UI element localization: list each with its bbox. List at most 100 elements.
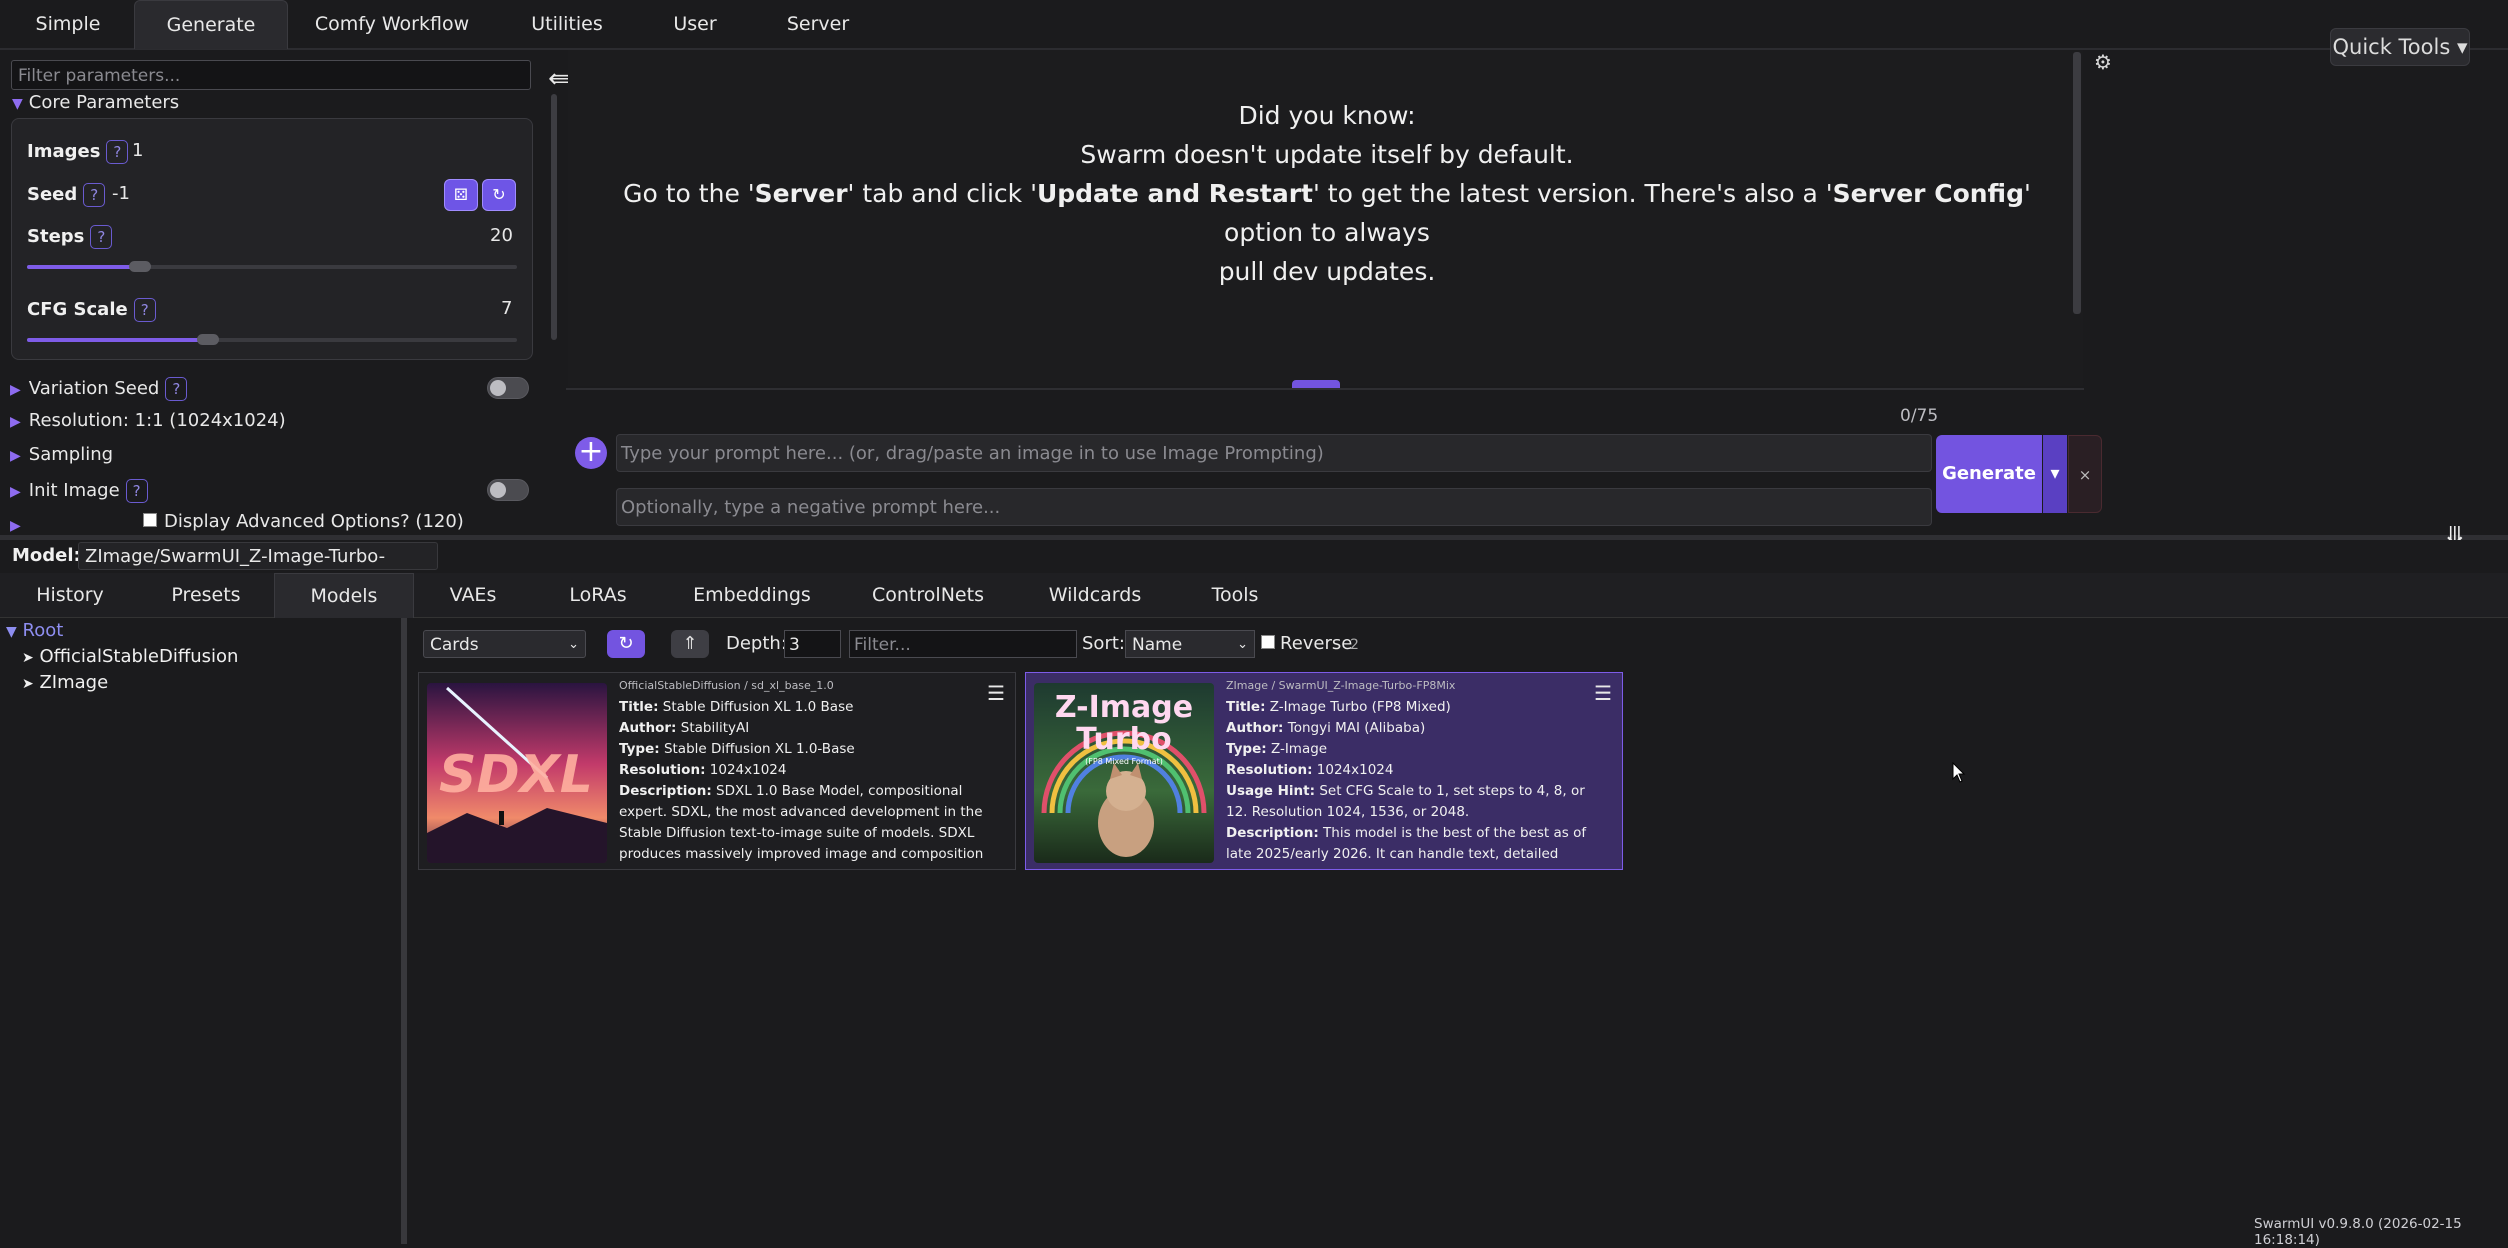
init-image-group[interactable]: ▶ Init Image? (10, 479, 148, 503)
sampling-group[interactable]: ▶ Sampling (10, 444, 113, 465)
field-label: Author: (1226, 720, 1284, 736)
steps-value[interactable]: 20 (490, 225, 513, 246)
seed-label: Seed? (27, 183, 106, 207)
reuse-seed-icon[interactable]: ↻ (482, 179, 516, 211)
images-label-text: Images (27, 141, 101, 162)
params-scrollbar[interactable] (551, 94, 557, 340)
tab-comfy-workflow[interactable]: Comfy Workflow (306, 0, 478, 48)
thumbnail-logo-text: SDXL (439, 745, 593, 805)
tab-embeddings[interactable]: Embeddings (690, 573, 814, 617)
tip-text: ' to get the latest version. There's als… (1312, 179, 1833, 208)
field-label: Usage Hint: (1226, 783, 1316, 799)
seed-value[interactable]: -1 (112, 183, 130, 204)
model-type: Stable Diffusion XL 1.0-Base (663, 741, 855, 757)
tab-models[interactable]: Models (274, 573, 414, 618)
model-info: Title: Z-Image Turbo (FP8 Mixed) Author:… (1226, 697, 1606, 865)
model-info: Title: Stable Diffusion XL 1.0 Base Auth… (619, 697, 999, 865)
tab-vaes[interactable]: VAEs (440, 573, 506, 617)
tab-user[interactable]: User (650, 0, 740, 48)
tip-text: ' tab and click ' (847, 179, 1037, 208)
model-select[interactable]: ZImage/SwarmUI_Z-Image-Turbo-FP8Mix ⌄ (78, 542, 438, 595)
quick-tools-button[interactable]: Quick Tools ▾ (2330, 28, 2470, 66)
tree-item-officialstablediffusion[interactable]: ➤ OfficialStableDiffusion (22, 646, 238, 667)
result-count: 2 (1350, 637, 1359, 653)
reverse-checkbox[interactable] (1261, 635, 1275, 649)
generate-button[interactable]: Generate (1936, 435, 2042, 513)
model-author: Tongyi MAI (Alibaba) (1287, 720, 1426, 736)
help-icon[interactable]: ? (165, 377, 188, 401)
help-icon[interactable]: ? (125, 479, 148, 503)
tab-server[interactable]: Server (770, 0, 866, 48)
interrupt-button[interactable]: × (2068, 435, 2102, 513)
help-icon[interactable]: ? (133, 298, 156, 322)
tip-bold: Server (754, 179, 848, 208)
model-label: Model: (12, 545, 81, 566)
tree-splitter[interactable] (401, 618, 407, 1244)
tree-item-zimage[interactable]: ➤ ZImage (22, 672, 108, 693)
pager-dots[interactable] (1292, 380, 1340, 388)
model-card-selected[interactable]: Z-Image Turbo (FP8 Mixed Format) ☰ ZImag… (1025, 672, 1623, 870)
model-thumbnail: Z-Image Turbo (FP8 Mixed Format) (1034, 683, 1214, 863)
sort-select[interactable]: Name ⌄ (1125, 630, 1255, 658)
variation-seed-toggle[interactable] (487, 377, 529, 399)
chevron-right-icon: ➤ (22, 650, 34, 666)
model-card[interactable]: SDXL ☰ OfficialStableDiffusion / sd_xl_b… (418, 672, 1016, 870)
browser-filter-input[interactable]: Filter... (849, 630, 1077, 658)
field-label: Description: (1226, 825, 1319, 841)
token-count: 0/75 (1900, 406, 1939, 426)
up-folder-icon[interactable]: ⇑ (671, 630, 709, 658)
init-image-toggle[interactable] (487, 479, 529, 501)
chevron-down-icon: ⌄ (568, 637, 579, 652)
seed-label-text: Seed (27, 184, 78, 205)
advanced-group-arrow[interactable]: ▶ (10, 514, 29, 535)
steps-slider-handle[interactable] (128, 261, 151, 272)
tab-wildcards[interactable]: Wildcards (1046, 573, 1144, 617)
advanced-options-checkbox[interactable] (143, 513, 157, 527)
add-image-plus-icon[interactable]: + (575, 437, 607, 469)
did-you-know-tip: Did you know: Swarm doesn't update itsel… (582, 96, 2072, 291)
model-path: OfficialStableDiffusion / sd_xl_base_1.0 (619, 679, 834, 692)
depth-input[interactable]: 3 (784, 630, 841, 658)
mouse-cursor-icon (1952, 762, 1966, 783)
tab-utilities[interactable]: Utilities (506, 0, 628, 48)
generate-options-chevron-icon[interactable]: ▾ (2043, 435, 2067, 513)
images-value[interactable]: 1 (132, 140, 143, 161)
gear-icon[interactable]: ⚙ (2094, 50, 2112, 74)
view-mode-select[interactable]: Cards ⌄ (423, 630, 586, 658)
tip-line-2: Swarm doesn't update itself by default. (1080, 140, 1574, 169)
tab-simple[interactable]: Simple (14, 0, 122, 48)
model-resolution: 1024x1024 (1316, 762, 1394, 778)
chevron-right-icon: ➤ (22, 676, 34, 692)
resolution-group[interactable]: ▶ Resolution: 1:1 (1024x1024) (10, 410, 286, 431)
parameter-filter-input[interactable]: Filter parameters... (11, 60, 531, 90)
toggle-knob (490, 380, 506, 396)
tab-controlnets[interactable]: ControlNets (868, 573, 988, 617)
expanded-triangle-icon: ▼ (12, 96, 23, 112)
preview-scrollbar[interactable] (2073, 52, 2081, 314)
view-mode-value: Cards (430, 635, 479, 655)
tip-line-4: pull dev updates. (1218, 257, 1436, 286)
negative-prompt-input[interactable]: Optionally, type a negative prompt here.… (616, 488, 1932, 526)
tab-tools[interactable]: Tools (1204, 573, 1266, 617)
help-icon[interactable]: ? (83, 183, 106, 207)
help-icon[interactable]: ? (106, 140, 129, 164)
refresh-icon[interactable]: ↻ (607, 630, 645, 658)
model-resolution: 1024x1024 (709, 762, 787, 778)
core-parameters-header[interactable]: ▼ Core Parameters (12, 92, 179, 113)
quick-tools-label: Quick Tools (2332, 35, 2451, 59)
help-icon[interactable]: ? (90, 225, 113, 249)
tree-root[interactable]: ▼ Root (6, 620, 63, 641)
tab-history[interactable]: History (22, 573, 118, 617)
model-title: Stable Diffusion XL 1.0 Base (662, 699, 854, 715)
field-label: Title: (1226, 699, 1266, 715)
cfg-scale-value[interactable]: 7 (501, 298, 512, 319)
tab-loras[interactable]: LoRAs (560, 573, 636, 617)
tab-generate[interactable]: Generate (134, 0, 288, 49)
tab-presets[interactable]: Presets (160, 573, 252, 617)
field-label: Title: (619, 699, 659, 715)
prompt-input[interactable]: Type your prompt here... (or, drag/paste… (616, 434, 1932, 472)
variation-seed-group[interactable]: ▶ Variation Seed? (10, 377, 188, 401)
cfg-slider-handle[interactable] (197, 334, 220, 345)
random-seed-dice-icon[interactable]: ⚄ (444, 179, 478, 211)
collapse-panel-icon[interactable]: ⇚ (548, 64, 570, 94)
